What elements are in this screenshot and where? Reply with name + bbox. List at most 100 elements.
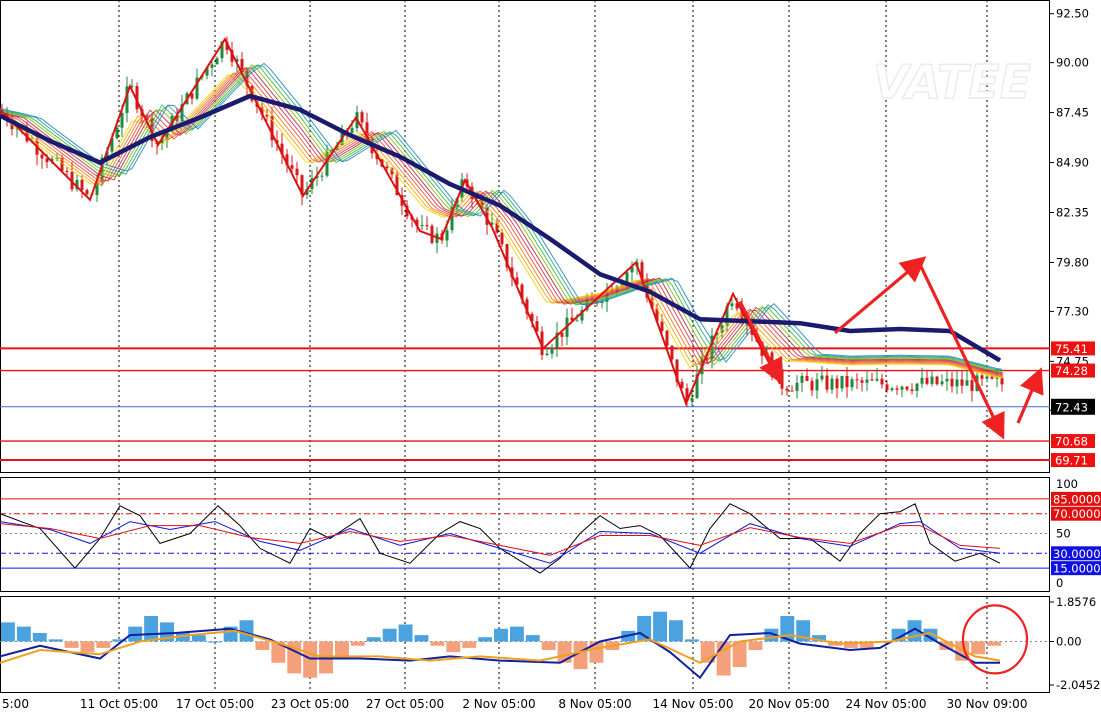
x-tick-label: 8 Nov 05:00 [558,697,631,711]
candle-body [955,379,959,387]
macd-histogram-bar [366,637,381,642]
macd-histogram-bar [16,626,31,642]
candle-body [875,378,879,381]
y-tick-label: 79.80 [1056,255,1089,269]
candle-body [890,388,894,391]
annotation-arrow [833,256,927,335]
macd-histogram-bar [319,641,333,674]
candle-body [965,380,969,386]
macd-histogram-bar [144,615,159,642]
candle-body [935,376,939,385]
macd-y-tick-label: 0.00 [1056,635,1082,649]
macd-y-tick-label: 1.8576 [1056,595,1096,609]
candle-body [830,378,834,390]
x-tick-label: 14 Nov 05:00 [653,697,734,711]
candle-body [625,272,629,283]
macd-histogram-bar [191,635,206,642]
candle-body [950,378,954,387]
candle-body [550,347,554,354]
y-tick-label: 77.30 [1056,304,1089,318]
x-tick-label: 24 Nov 05:00 [846,697,927,711]
macd-histogram-bar [64,641,79,648]
rsi-line [0,521,1001,564]
candle-body [800,375,804,383]
rsi-level-label: 15.0000 [1053,562,1101,576]
candle-body [445,230,449,241]
level-label: 69.71 [1055,454,1088,468]
x-tick-label: 27 Oct 05:00 [366,697,444,711]
macd-histogram-bar [462,641,477,648]
current-price-label: 72.43 [1055,400,1088,414]
candle-body [785,388,789,391]
y-tick-label: 84.90 [1056,156,1089,170]
level-lines-layer [0,347,1050,643]
macd-histogram-bar [525,635,540,642]
candle-body [930,376,934,384]
y-tick-label: 87.45 [1056,106,1089,120]
candle-body [360,112,364,123]
candle-body [985,376,989,379]
y-tick-label: 90.00 [1056,56,1089,70]
candle-body [900,386,904,390]
candle-body [290,165,294,169]
candle-body [850,379,854,388]
candle-body [1000,377,1004,385]
trading-chart[interactable]: VATEE 5:00 11 Oct 05:00 17 Oct 05:00 23 Oct… [0,0,1101,715]
x-tick-label: 30 Nov 09:00 [947,697,1028,711]
x-tick-label: 2 Nov 05:00 [462,697,535,711]
y-tick-label: 82.35 [1056,205,1089,219]
y-tick-label: 92.50 [1056,7,1089,21]
rsi-line [0,523,1001,556]
watermark: VATEE [873,55,1031,109]
annotation-arrow [1016,367,1044,424]
candle-body [120,112,124,128]
macd-histogram-bar [509,626,524,642]
candle-body [835,378,839,389]
macd-histogram-bar [589,641,604,663]
candle-body [65,170,69,172]
macd-y-tick-label: -2.0452 [1056,678,1100,692]
macd-histogram-bar [446,641,461,653]
rsi-y-tick-label: 0 [1056,576,1063,590]
macd-histogram-bar [48,639,63,642]
x-tick-label: 5:00 [2,697,29,711]
candle-body [960,379,964,386]
macd-histogram-bar [541,641,556,651]
x-tick-label: 20 Nov 05:00 [749,697,830,711]
macd-histogram-bar [1,622,15,642]
candle-body [670,345,674,360]
candle-body [295,168,299,176]
macd-histogram-bar [80,641,95,653]
candle-body [970,380,974,391]
macd-histogram-bar [669,620,683,642]
candle-body [870,379,874,381]
candle-body [915,383,919,392]
candle-body [860,380,864,383]
chart-svg: VATEE 5:00 11 Oct 05:00 17 Oct 05:00 23 Oct… [0,0,1101,711]
candle-body [895,388,899,390]
ma-ribbon-line [0,67,1003,374]
grid-layer [118,0,988,692]
rsi-panel-frame [0,477,1050,592]
macd-histogram-bar [255,641,270,651]
level-label: 75.41 [1055,342,1088,356]
candle-body [945,378,949,382]
macd-histogram-bar [207,641,222,643]
candle-body [385,166,389,169]
macd-histogram-bar [96,641,111,648]
candle-body [575,320,579,322]
rsi-y-tick-label: 100 [1056,477,1078,491]
rsi-level-label: 70.0000 [1053,507,1101,521]
candle-body [885,384,889,391]
candle-body [940,381,944,385]
ma-ribbon-line [0,62,1003,370]
macd-histogram-bar [430,641,445,646]
candle-body [865,379,869,383]
macd-histogram-bar [382,628,397,642]
candle-body [425,225,429,227]
candle-body [665,330,669,346]
candle-body [805,375,809,381]
candle-body [790,390,794,392]
candle-body [215,58,219,65]
x-tick-label: 11 Oct 05:00 [80,697,158,711]
